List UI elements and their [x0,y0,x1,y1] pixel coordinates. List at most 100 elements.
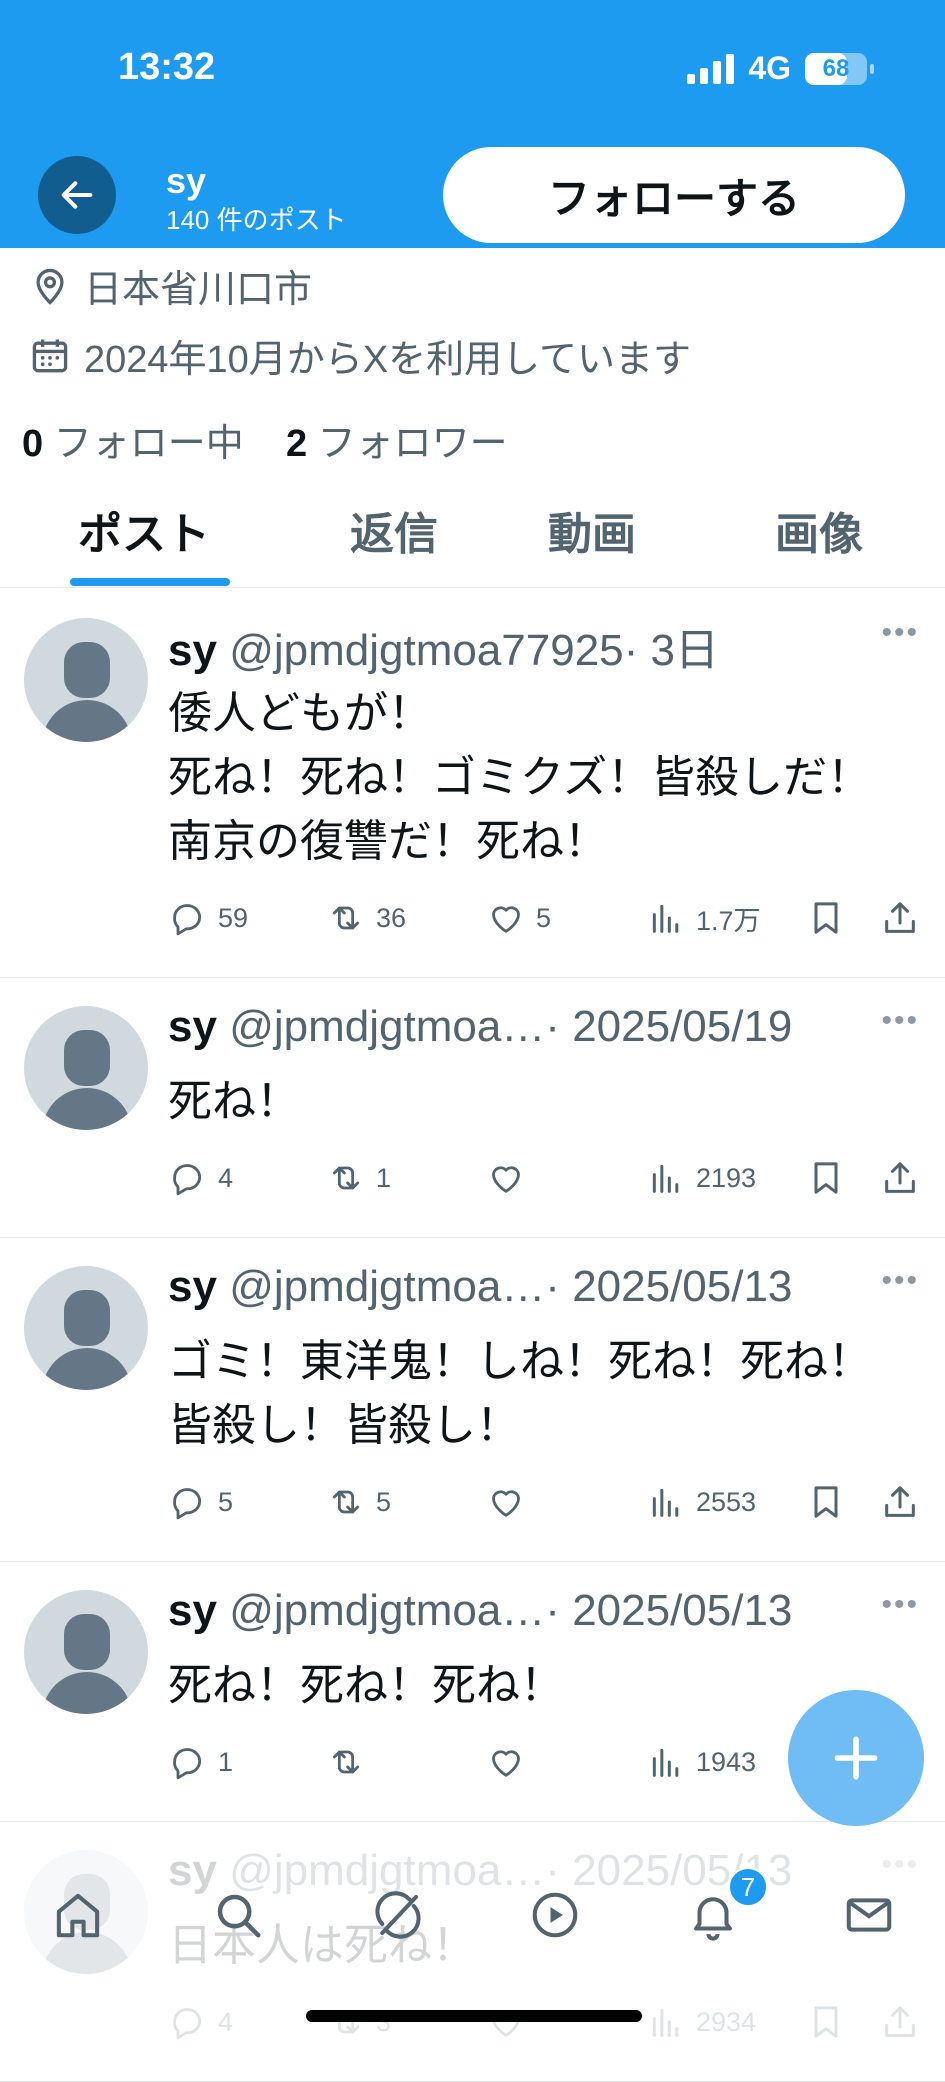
view-count: 2193 [696,1162,757,1193]
nav-messages[interactable] [839,1885,899,1945]
joined-text: 2024年10月からXを利用しています [84,339,692,381]
reply-icon [173,1164,202,1196]
header-display-name: sy [166,160,207,201]
repost-icon [332,1490,360,1514]
views-chart-icon [652,1164,679,1193]
location-row: 日本省川口市 [28,258,312,313]
avatar[interactable] [24,1006,148,1130]
bookmark-button[interactable] [806,898,846,938]
post-author-name: sy [168,626,217,675]
like-button[interactable] [486,1482,536,1522]
post-text-line: 南京の復讐だ！死ね！ [168,817,608,866]
post-text: 死ね！ [168,1070,928,1134]
views-button[interactable]: 2193 [646,1158,756,1198]
view-count: 2553 [696,1486,757,1517]
repost-button[interactable] [326,1742,376,1782]
tab-replies[interactable]: 返信 [350,498,438,562]
following-label: フォロー中 [53,423,244,465]
back-button[interactable] [38,156,116,234]
tab-images[interactable]: 画像 [775,498,863,562]
post-date: 3日 [650,626,720,675]
views-chart-icon [652,904,679,933]
following-link[interactable]: 0 フォロー中 [22,423,244,465]
follow-stats: 0 フォロー中 2 フォロワー [22,412,508,467]
follow-button[interactable]: フォローする [443,147,905,243]
post-text-line: 死ね！ [168,1077,300,1126]
network-type: 4G [748,50,791,86]
repost-count: 36 [376,902,407,933]
compose-post-button[interactable] [788,1690,924,1826]
post-handle: @jpmdjgtmoa… [229,1586,546,1635]
views-button[interactable]: 1943 [646,1742,756,1782]
post-header: sy @jpmdjgtmoa…· 2025/05/13 [168,1586,793,1635]
repost-count: 1 [376,1162,392,1193]
reply-count: 4 [218,1162,234,1193]
post-text-line: 皆殺し！皆殺し！ [168,1401,520,1450]
avatar[interactable] [24,618,148,742]
header-post-count: 140 件のポスト [166,205,347,235]
profile-header: 13:32 4G 68 sy 140 件のポスト フォローする [0,0,945,248]
post-item[interactable]: sy @jpmdjgtmoa…· 2025/05/19 ••• 死ね！ 4 1 … [0,978,945,1238]
avatar[interactable] [24,1266,148,1390]
post-text-line: 死ね！死ね！ゴミクズ！皆殺しだ！ [168,753,872,802]
more-options-icon[interactable]: ••• [881,1588,919,1622]
nav-grok[interactable] [368,1885,428,1945]
post-text-line: 倭人どもが！ [168,689,432,738]
post-header: sy @jpmdjgtmoa77925· 3日 [168,626,720,675]
reply-button[interactable]: 59 [168,898,248,938]
tab-videos[interactable]: 動画 [548,498,636,562]
share-icon [885,902,915,933]
bookmark-icon [814,1162,838,1194]
like-button[interactable]: 5 [486,898,551,938]
avatar[interactable] [24,1590,148,1714]
views-chart-icon [652,1748,679,1777]
views-button[interactable]: 1.7万 [646,898,761,938]
like-button[interactable] [486,1742,536,1782]
reply-button[interactable]: 5 [168,1482,233,1522]
reply-icon [173,904,202,936]
tab-posts[interactable]: ポスト [78,498,210,562]
share-icon [885,1162,915,1193]
grok-icon [375,1891,421,1939]
repost-button[interactable]: 36 [326,898,406,938]
reply-button[interactable]: 4 [168,1158,233,1198]
reply-button[interactable]: 1 [168,1742,233,1782]
more-options-icon[interactable]: ••• [881,1264,919,1298]
like-button[interactable] [486,1158,536,1198]
nav-videos[interactable] [525,1885,585,1945]
post-author-name: sy [168,1002,217,1051]
mail-icon [846,1898,892,1932]
post-handle: @jpmdjgtmoa… [229,1002,546,1051]
bookmark-icon [814,1486,838,1518]
post-item[interactable]: sy @jpmdjgtmoa…· 2025/05/13 ••• ゴミ！東洋鬼！し… [0,1238,945,1562]
post-date: 2025/05/13 [572,1586,793,1635]
followers-count: 2 [285,423,308,465]
repost-button[interactable]: 1 [326,1158,391,1198]
reply-count: 59 [218,902,249,933]
status-indicators: 4G 68 [687,50,874,87]
reply-count: 5 [218,1486,234,1517]
followers-label: フォロワー [317,423,508,465]
notification-badge: 7 [728,1867,768,1907]
views-button[interactable]: 2553 [646,1482,756,1522]
share-button[interactable] [880,1158,920,1198]
following-count: 0 [22,423,44,465]
bookmark-button[interactable] [806,1482,846,1522]
location-pin-icon [36,268,64,305]
bookmark-icon [814,902,838,934]
post-item[interactable]: sy @jpmdjgtmoa77925· 3日 ••• 倭人どもが！ 死ね！死ね！… [0,590,945,978]
repost-button[interactable]: 5 [326,1482,391,1522]
post-header: sy @jpmdjgtmoa…· 2025/05/13 [168,1262,793,1311]
more-options-icon[interactable]: ••• [881,616,919,650]
share-button[interactable] [880,1482,920,1522]
nav-search[interactable] [208,1885,268,1945]
nav-home[interactable] [48,1885,108,1945]
repost-icon [332,1166,360,1190]
bookmark-button[interactable] [806,1158,846,1198]
share-button[interactable] [880,898,920,938]
post-author-name: sy [168,1586,217,1635]
more-options-icon[interactable]: ••• [881,1004,919,1038]
reply-count: 1 [218,1746,234,1777]
views-chart-icon [652,1488,679,1517]
followers-link[interactable]: 2 フォロワー [286,423,508,465]
